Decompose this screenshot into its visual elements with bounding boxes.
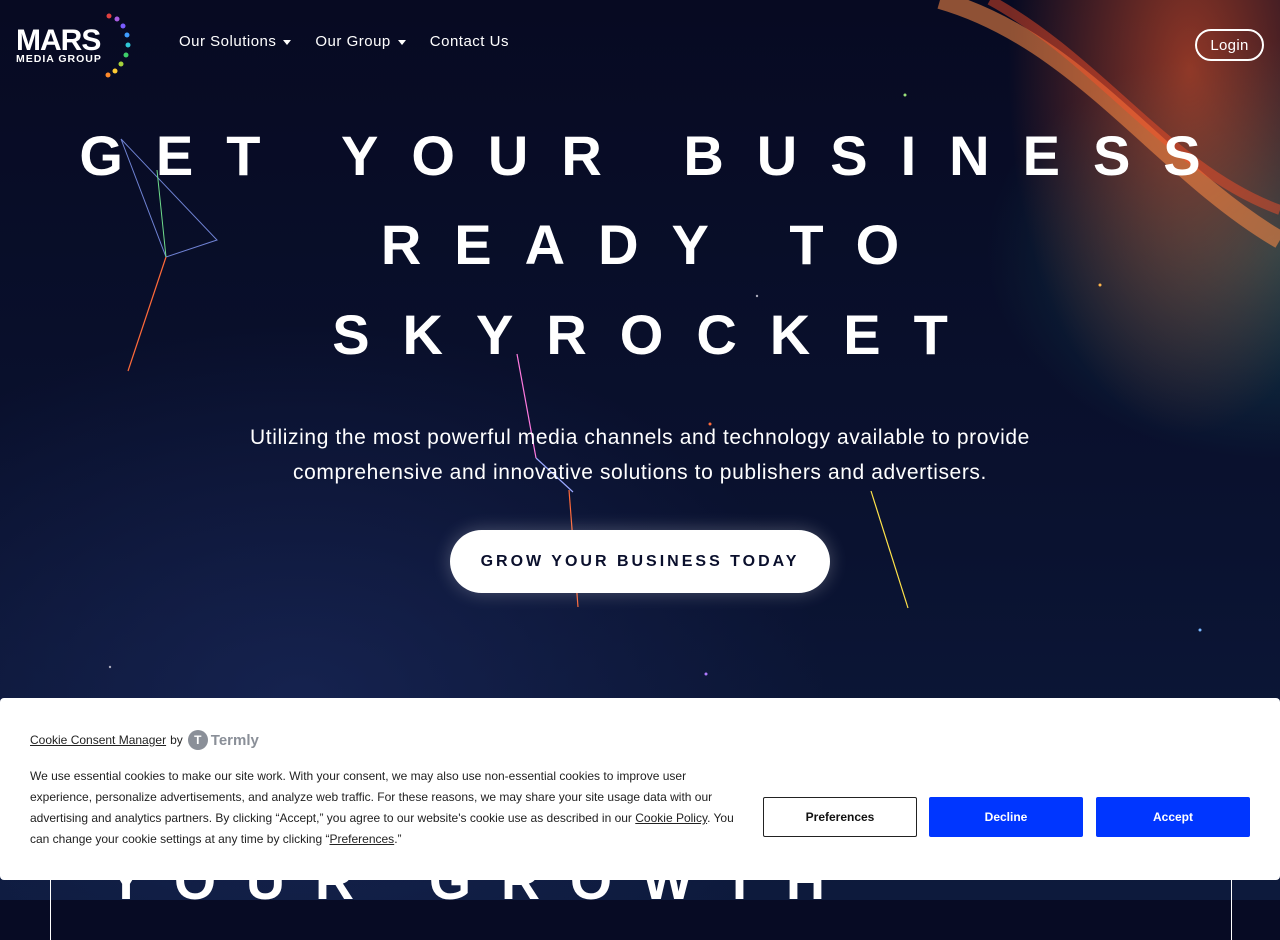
- mars-media-logo[interactable]: MARS MEDIA GROUP: [16, 12, 136, 80]
- main-nav: Our Solutions Our Group Contact Us: [179, 33, 509, 50]
- logo-dots-icon: [105, 13, 131, 78]
- termly-wordmark: Termly: [210, 731, 259, 749]
- logo-subtitle: MEDIA GROUP: [16, 53, 102, 65]
- termly-logo-icon: T: [187, 730, 208, 750]
- login-button[interactable]: Login: [1195, 29, 1264, 61]
- cookie-body-part-1: We use essential cookies to make our sit…: [30, 769, 713, 825]
- nav-our-group[interactable]: Our Group: [315, 33, 406, 50]
- nav-our-solutions[interactable]: Our Solutions: [179, 33, 292, 50]
- cookie-manager-title: Cookie Consent Manager by T Termly: [30, 730, 259, 750]
- cookie-body-text: We use essential cookies to make our sit…: [30, 766, 742, 850]
- grow-business-button[interactable]: GROW YOUR BUSINESS TODAY: [450, 530, 830, 593]
- logo-wordmark: MARS: [16, 24, 101, 57]
- decline-button[interactable]: Decline: [929, 797, 1083, 837]
- hero-subtitle-line-2: comprehensive and innovative solutions t…: [293, 461, 987, 484]
- nav-contact-us[interactable]: Contact Us: [430, 33, 509, 50]
- cookie-consent-banner: Cookie Consent Manager by T Termly We us…: [0, 698, 1280, 880]
- termly-logo[interactable]: T Termly: [187, 730, 259, 750]
- nav-our-group-label: Our Group: [315, 33, 391, 50]
- cookie-policy-link[interactable]: Cookie Policy: [635, 811, 707, 825]
- preferences-link[interactable]: Preferences: [329, 832, 394, 846]
- caret-down-icon: [283, 39, 292, 45]
- hero-headline-line-1: GET YOUR BUSINESS: [79, 124, 1234, 187]
- hero-subtitle: Utilizing the most powerful media channe…: [190, 420, 1090, 490]
- caret-down-icon: [397, 39, 406, 45]
- nav-contact-us-label: Contact Us: [429, 33, 509, 50]
- cookie-body-part-3: .”: [394, 832, 402, 846]
- hero-headline-line-2: READY TO: [380, 213, 933, 276]
- hero-subtitle-line-1: Utilizing the most powerful media channe…: [250, 426, 1030, 449]
- accept-button[interactable]: Accept: [1096, 797, 1250, 837]
- by-label: by: [170, 733, 183, 747]
- preferences-button[interactable]: Preferences: [763, 797, 917, 837]
- cookie-consent-manager-link[interactable]: Cookie Consent Manager: [30, 733, 166, 747]
- hero-headline-line-3: SKYROCKET: [332, 303, 981, 366]
- nav-our-solutions-label: Our Solutions: [179, 33, 277, 50]
